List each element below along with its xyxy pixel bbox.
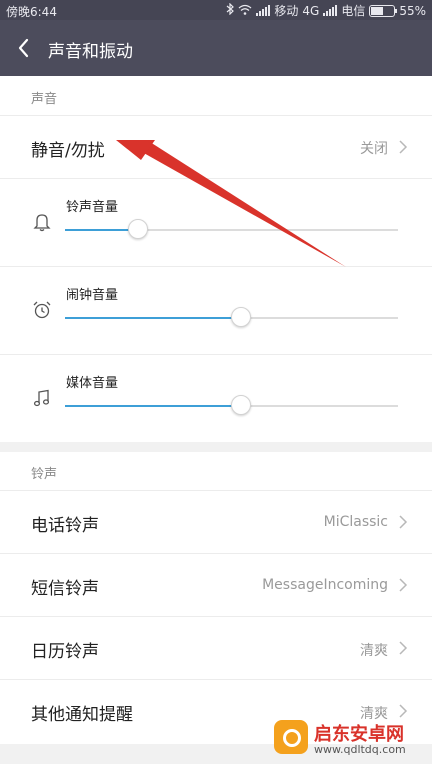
media-volume-slider[interactable] xyxy=(65,395,398,415)
section-label-sound: 声音 xyxy=(31,92,58,107)
bluetooth-icon xyxy=(226,2,235,18)
watermark-url: www.qdltdq.com xyxy=(314,743,406,756)
chevron-right-icon xyxy=(398,640,408,656)
alarm-volume-slider[interactable] xyxy=(65,307,398,327)
alarm-volume-row: 闹钟音量 xyxy=(0,266,432,354)
watermark: 启东安卓网 www.qdltdq.com xyxy=(274,718,424,760)
ringer-volume-row: 铃声音量 xyxy=(0,178,432,266)
sms-ringtone-value: MessageIncoming xyxy=(262,577,388,593)
section-label-ringtone: 铃声 xyxy=(31,467,58,482)
music-note-icon xyxy=(32,388,52,408)
page-title: 声音和振动 xyxy=(48,42,133,62)
slider-thumb[interactable] xyxy=(128,219,149,239)
sms-ringtone-row[interactable]: 短信铃声 MessageIncoming xyxy=(0,554,432,616)
media-volume-row: 媒体音量 xyxy=(0,354,432,442)
dnd-row[interactable]: 静音/勿扰 关闭 xyxy=(0,116,432,178)
slider-fill xyxy=(65,317,242,319)
network-type: 4G xyxy=(302,3,320,18)
bell-icon xyxy=(32,212,52,232)
alarm-clock-icon xyxy=(32,300,52,320)
other-notification-label: 其他通知提醒 xyxy=(31,705,133,725)
carrier-2: 电信 xyxy=(341,4,366,18)
status-icons: 移动 4G 电信 55% xyxy=(226,2,426,19)
ringer-volume-label: 铃声音量 xyxy=(66,200,119,215)
signal-icon-2 xyxy=(323,5,338,16)
chevron-right-icon xyxy=(398,139,408,155)
back-arrow-icon[interactable] xyxy=(18,36,42,60)
slider-fill xyxy=(65,229,139,231)
chevron-right-icon xyxy=(398,514,408,530)
phone-ringtone-row[interactable]: 电话铃声 MiClassic xyxy=(0,491,432,553)
slider-thumb[interactable] xyxy=(231,307,252,327)
battery-percent: 55% xyxy=(399,3,426,18)
wifi-icon xyxy=(238,4,252,18)
ringtone-section: 铃声 电话铃声 MiClassic 短信铃声 MessageIncoming 日… xyxy=(0,452,432,744)
calendar-ringtone-label: 日历铃声 xyxy=(31,642,99,662)
sound-section: 声音 静音/勿扰 关闭 铃声音量 闹钟音量 媒体音量 xyxy=(0,76,432,442)
dnd-label: 静音/勿扰 xyxy=(31,141,105,161)
chevron-right-icon xyxy=(398,703,408,719)
sms-ringtone-label: 短信铃声 xyxy=(31,579,99,599)
title-bar: 声音和振动 xyxy=(0,20,432,76)
battery-fill xyxy=(371,6,384,15)
slider-fill xyxy=(65,405,242,407)
battery-icon xyxy=(369,4,398,17)
alarm-volume-label: 闹钟音量 xyxy=(66,288,119,303)
dnd-value: 关闭 xyxy=(360,141,388,157)
ringer-volume-slider[interactable] xyxy=(65,219,398,239)
media-volume-label: 媒体音量 xyxy=(66,376,119,391)
phone-ringtone-value: MiClassic xyxy=(323,514,388,530)
calendar-ringtone-row[interactable]: 日历铃声 清爽 xyxy=(0,617,432,679)
signal-icon xyxy=(256,5,271,16)
carrier-1: 移动 xyxy=(274,4,299,18)
phone-ringtone-label: 电话铃声 xyxy=(31,516,99,536)
slider-thumb[interactable] xyxy=(231,395,252,415)
calendar-ringtone-value: 清爽 xyxy=(360,643,388,659)
status-time: 傍晚6:44 xyxy=(6,5,57,19)
status-bar: 傍晚6:44 移动 4G 电信 55% xyxy=(0,0,432,20)
watermark-logo-icon xyxy=(274,720,308,754)
chevron-right-icon xyxy=(398,577,408,593)
